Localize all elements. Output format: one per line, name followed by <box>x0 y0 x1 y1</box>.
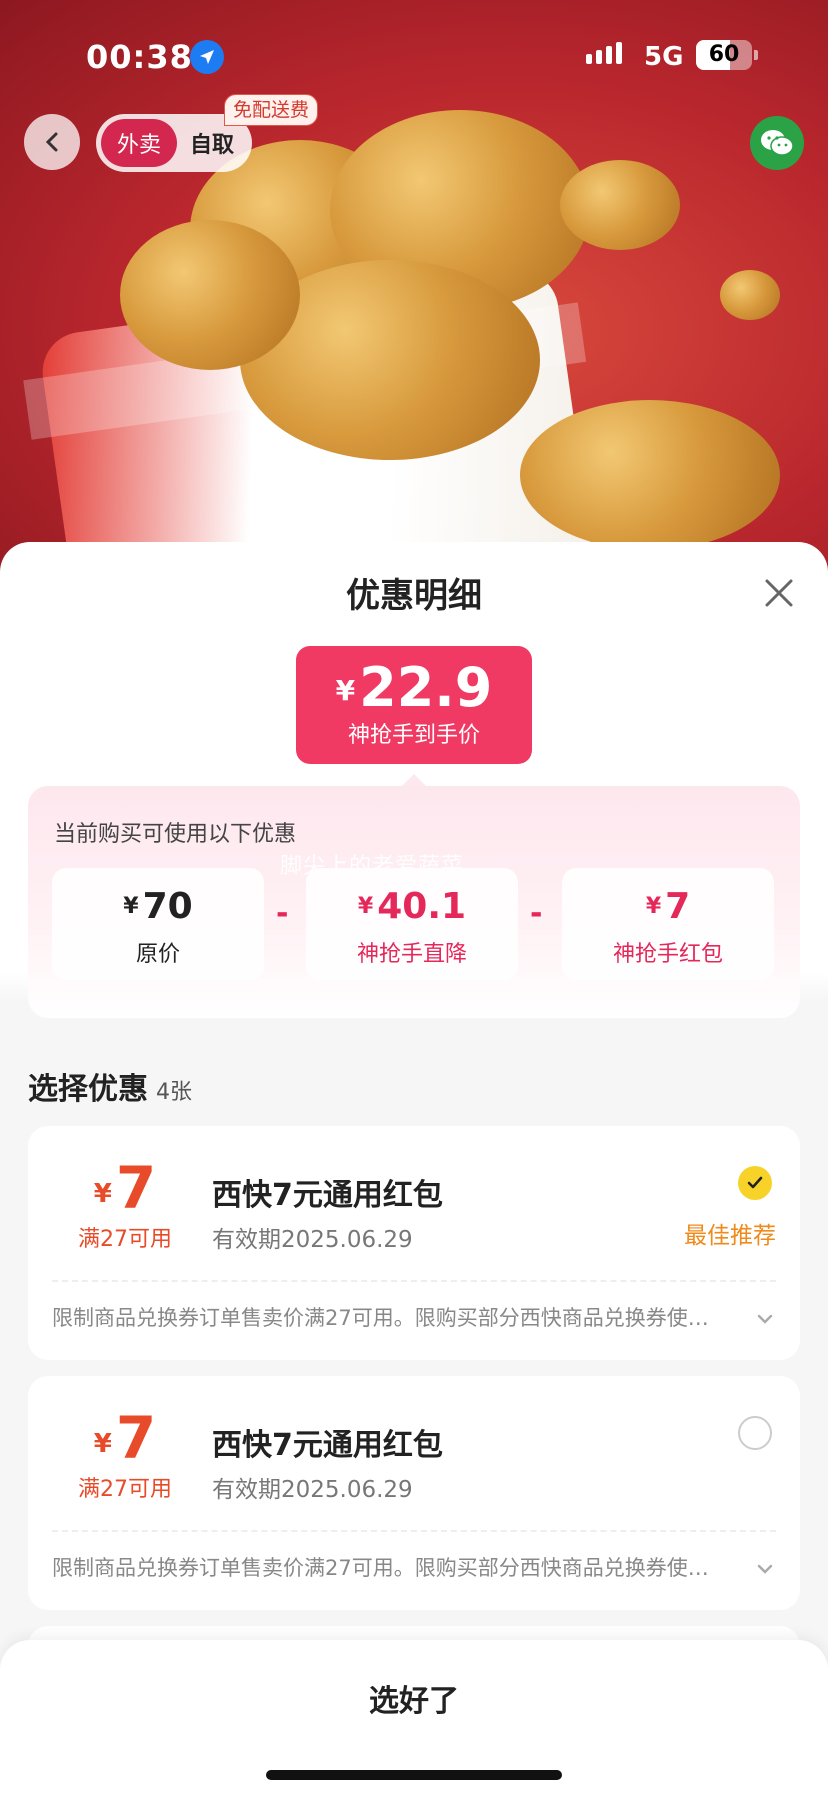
free-delivery-badge: 免配送费 <box>224 94 319 126</box>
hero-image <box>0 0 828 600</box>
red-packet-card: ¥7 神抢手红包 <box>562 868 774 980</box>
fried-chicken <box>720 270 780 320</box>
radio-button[interactable] <box>738 1416 772 1450</box>
coupon-card[interactable]: ¥7 满27可用 西快7元通用红包 有效期2025.06.29 最佳推荐 限制商… <box>28 1126 800 1360</box>
price-breakdown: 当前购买可使用以下优惠 脚尖上的老爱蔬菜 ¥70 原价 - ¥40.1 神抢手直… <box>28 786 800 1018</box>
fried-chicken <box>560 160 680 250</box>
home-indicator <box>266 1770 562 1780</box>
final-price-box: ¥22.9 神抢手到手价 <box>296 646 532 764</box>
location-arrow-icon <box>190 40 224 74</box>
coupon-description: 限制商品兑换券订单售卖价满27可用。限购买部分西快商品兑换券使… <box>52 1556 709 1580</box>
coupon-card[interactable]: ¥7 满27可用 西快7元通用红包 有效期2025.06.29 限制商品兑换券订… <box>28 1376 800 1610</box>
coupon-validity: 有效期2025.06.29 <box>212 1477 413 1503</box>
coupon-validity: 有效期2025.06.29 <box>212 1227 413 1253</box>
coupon-count: 4张 <box>156 1080 192 1105</box>
coupon-description: 限制商品兑换券订单售卖价满27可用。限购买部分西快商品兑换券使… <box>52 1306 709 1330</box>
fried-chicken <box>120 220 300 370</box>
confirm-button[interactable]: 选好了 <box>0 1676 828 1720</box>
best-recommend-tag: 最佳推荐 <box>684 1223 776 1249</box>
wechat-icon <box>761 130 794 156</box>
signal-icon <box>586 42 622 64</box>
wechat-share-button[interactable] <box>750 116 804 170</box>
minus-operator: - <box>530 896 543 931</box>
sheet-footer: 选好了 <box>0 1640 828 1795</box>
sheet-title: 优惠明细 <box>346 576 482 616</box>
discount-detail-sheet: 优惠明细 ¥22.9 神抢手到手价 当前购买可使用以下优惠 脚尖上的老爱蔬菜 ¥… <box>0 542 828 1795</box>
network-type: 5G <box>644 42 684 72</box>
coupon-value: ¥7 满27可用 <box>78 1154 172 1252</box>
status-bar: 00:38 5G 60 <box>0 38 828 78</box>
chevron-down-icon[interactable] <box>756 1560 774 1578</box>
final-price-label: 神抢手到手价 <box>347 723 480 748</box>
battery-level: 60 <box>708 42 740 67</box>
mode-delivery-tab[interactable]: 外卖 <box>101 119 177 167</box>
close-icon[interactable] <box>762 576 796 610</box>
back-arrow-icon <box>45 132 58 152</box>
select-discount-title: 选择优惠 4张 <box>28 1072 192 1107</box>
battery-icon: 60 <box>696 40 752 70</box>
fried-chicken <box>520 400 780 550</box>
coupon-value: ¥7 满27可用 <box>78 1404 172 1502</box>
chevron-down-icon[interactable] <box>756 1310 774 1328</box>
direct-discount-card: ¥40.1 神抢手直降 <box>306 868 518 980</box>
coupon-name: 西快7元通用红包 <box>212 1428 443 1463</box>
mode-pickup-tab[interactable]: 自取 <box>177 127 247 159</box>
back-button[interactable] <box>24 114 80 170</box>
breakdown-hint: 当前购买可使用以下优惠 <box>54 822 297 847</box>
status-time: 00:38 <box>86 38 193 76</box>
final-price: ¥22.9 <box>335 656 493 719</box>
coupon-name: 西快7元通用红包 <box>212 1178 443 1213</box>
original-price-card: ¥70 原价 <box>52 868 264 980</box>
minus-operator: - <box>276 896 289 931</box>
checkmark-icon[interactable] <box>738 1166 772 1200</box>
